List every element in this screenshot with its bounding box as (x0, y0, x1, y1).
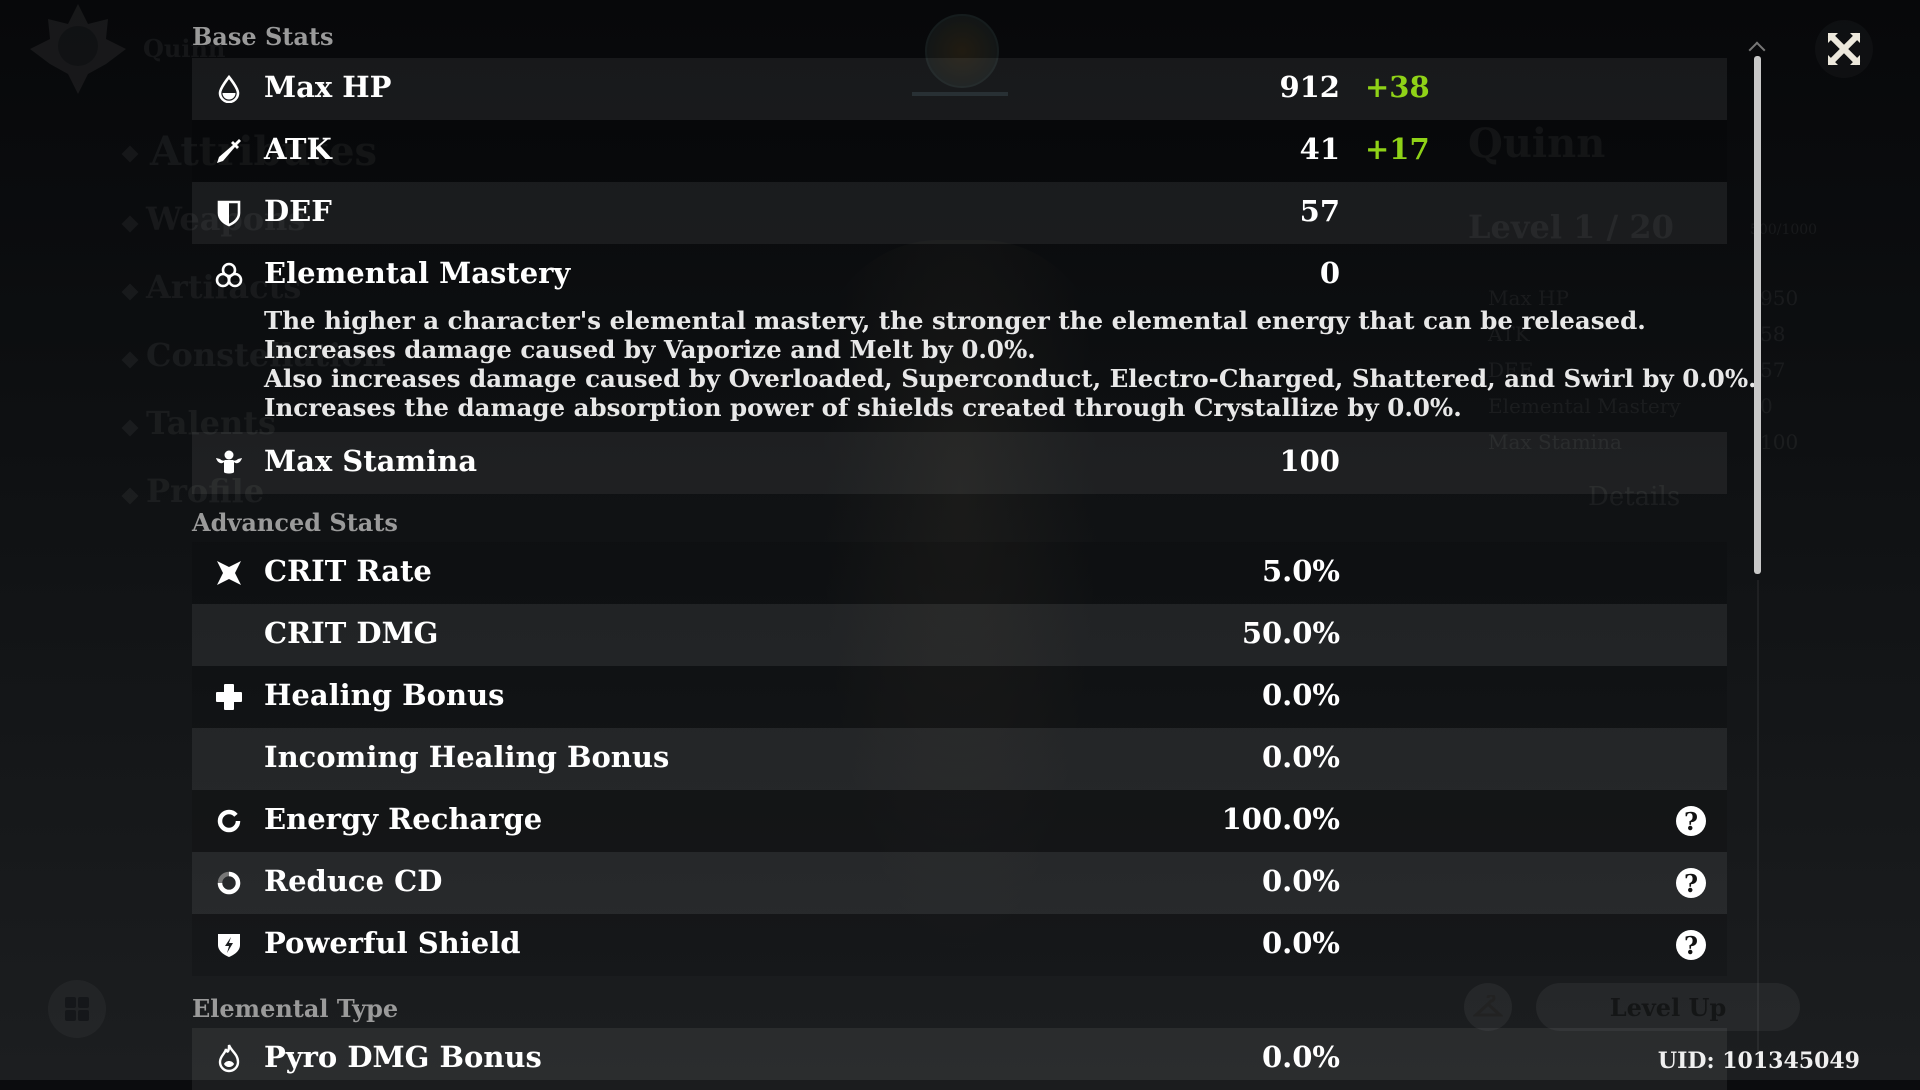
help-icon[interactable]: ? (1676, 806, 1706, 836)
elemental-mastery-icon (214, 260, 244, 290)
description-line: Increases the damage absorption power of… (264, 393, 1462, 422)
cooldown-icon (214, 868, 244, 898)
stat-row-crit-dmg: CRIT DMG 50.0% (192, 604, 1727, 666)
stat-label: Elemental Mastery (264, 256, 571, 290)
bg-panel-stat-value: 100 (1760, 430, 1799, 454)
stat-row-elemental-mastery: Elemental Mastery 0 (192, 244, 1727, 306)
stat-label: CRIT DMG (264, 616, 439, 650)
bg-panel-stat-value: 0 (1760, 394, 1773, 418)
stat-value: 0.0% (1261, 1040, 1340, 1074)
sword-icon (214, 136, 244, 166)
stat-value: 0.0% (1261, 864, 1340, 898)
stat-label: CRIT Rate (264, 554, 432, 588)
outfit-button (1464, 983, 1512, 1031)
stat-label: Pyro DMG Bonus (264, 1040, 542, 1074)
bg-panel-stat-value: 57 (1760, 358, 1786, 382)
stat-label: Max Stamina (264, 444, 477, 478)
hanger-icon (1473, 995, 1503, 1017)
stat-value: 0 (1319, 256, 1340, 290)
stat-value: 912 (1279, 70, 1340, 104)
stat-row-atk: ATK 41 +17 (192, 120, 1727, 182)
droplet-icon (214, 74, 244, 104)
scrollbar-track[interactable] (1757, 580, 1759, 1070)
stat-value: 100.0% (1221, 802, 1340, 836)
stat-value: 41 (1299, 132, 1340, 166)
section-elemental-type: Elemental Type (192, 994, 399, 1023)
stat-value: 0.0% (1261, 926, 1340, 960)
emblem-logo-icon (30, 4, 126, 94)
stat-row-healing-bonus: Healing Bonus 0.0% (192, 666, 1727, 728)
menu-grid-button[interactable] (48, 980, 106, 1038)
stat-row-energy-recharge: Energy Recharge 100.0% ? (192, 790, 1727, 852)
powerful-shield-icon (214, 930, 244, 960)
crit-star-icon (214, 558, 244, 588)
stat-bonus: +38 (1365, 70, 1430, 104)
stat-label: Healing Bonus (264, 678, 505, 712)
stat-row-max-stamina: Max Stamina 100 (192, 432, 1727, 494)
stat-value: 0.0% (1261, 678, 1340, 712)
stat-label: Max HP (264, 70, 392, 104)
bg-panel-stat-value: 58 (1760, 322, 1786, 346)
stat-value: 50.0% (1241, 616, 1340, 650)
stat-row-powerful-shield: Powerful Shield 0.0% ? (192, 914, 1727, 976)
section-advanced-stats: Advanced Stats (192, 508, 398, 537)
stat-label: Energy Recharge (264, 802, 543, 836)
stat-value: 57 (1299, 194, 1340, 228)
stat-row-pyro-dmg-bonus: Pyro DMG Bonus 0.0% (192, 1028, 1727, 1090)
shield-icon (214, 198, 244, 228)
stat-label: Incoming Healing Bonus (264, 740, 670, 774)
stat-row-def: DEF 57 (192, 182, 1727, 244)
stat-label: ATK (264, 132, 332, 166)
uid-label: UID: 101345049 (1657, 1048, 1860, 1074)
level-up-button: Level Up (1536, 983, 1800, 1031)
stat-row-crit-rate: CRIT Rate 5.0% (192, 542, 1727, 604)
stat-label: DEF (264, 194, 332, 228)
grid-icon (65, 997, 89, 1021)
section-base-stats: Base Stats (192, 22, 334, 51)
stat-row-incoming-healing-bonus: Incoming Healing Bonus 0.0% (192, 728, 1727, 790)
stat-label: Powerful Shield (264, 926, 521, 960)
stat-label: Reduce CD (264, 864, 443, 898)
stat-row-reduce-cd: Reduce CD 0.0% ? (192, 852, 1727, 914)
stat-value: 0.0% (1261, 740, 1340, 774)
bg-panel-stat-value: 950 (1760, 286, 1799, 310)
stamina-icon (214, 448, 244, 478)
description-line: The higher a character's elemental maste… (264, 306, 1646, 335)
scrollbar-thumb[interactable] (1754, 56, 1761, 574)
healing-cross-icon (214, 682, 244, 712)
stat-value: 5.0% (1261, 554, 1340, 588)
help-icon[interactable]: ? (1676, 868, 1706, 898)
close-icon (1827, 32, 1861, 66)
pyro-icon (214, 1044, 244, 1074)
energy-recharge-icon (214, 806, 244, 836)
stat-value: 100 (1279, 444, 1340, 478)
stat-bonus: +17 (1365, 132, 1430, 166)
help-icon[interactable]: ? (1676, 930, 1706, 960)
elemental-mastery-description: The higher a character's elemental maste… (264, 306, 1757, 422)
description-line: Also increases damage caused by Overload… (264, 364, 1757, 393)
description-line: Increases damage caused by Vaporize and … (264, 335, 1036, 364)
close-button[interactable] (1815, 20, 1873, 78)
stat-row-max-hp: Max HP 912 +38 (192, 58, 1727, 120)
